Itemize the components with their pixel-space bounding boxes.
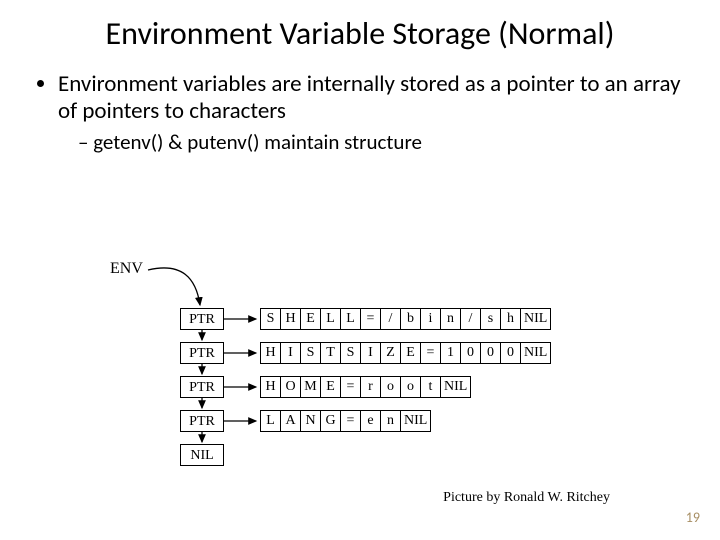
slide-title: Environment Variable Storage (Normal) [30, 16, 690, 53]
char-row-2: HOME=rootNIL [260, 376, 551, 398]
char-cell: N [300, 410, 321, 432]
char-cell: I [360, 342, 381, 364]
char-cell: o [380, 376, 401, 398]
char-cell: Z [380, 342, 401, 364]
char-cell: n [440, 308, 461, 330]
char-cell: H [260, 376, 281, 398]
char-cell: H [280, 308, 301, 330]
char-cell: = [340, 376, 361, 398]
char-cell: O [280, 376, 301, 398]
char-cell: 1 [440, 342, 461, 364]
char-cell: h [500, 308, 521, 330]
char-cell: r [360, 376, 381, 398]
ptr-box: PTR [180, 410, 224, 432]
pointer-column: PTR PTR PTR PTR NIL [180, 308, 224, 478]
page-number: 19 [686, 509, 700, 526]
char-cell: = [420, 342, 441, 364]
char-cell: T [320, 342, 341, 364]
char-cell: 0 [460, 342, 481, 364]
slide: Environment Variable Storage (Normal) En… [0, 0, 720, 540]
ptr-box: PTR [180, 308, 224, 330]
char-cell: S [300, 342, 321, 364]
char-cell: NIL [400, 410, 431, 432]
char-row-1: HISTSIZE=1000NIL [260, 342, 551, 364]
char-cell: L [340, 308, 361, 330]
char-cell: NIL [440, 376, 471, 398]
char-cell: 0 [500, 342, 521, 364]
char-cell: G [320, 410, 341, 432]
bullet-1: Environment variables are internally sto… [58, 71, 690, 126]
ptr-box: PTR [180, 376, 224, 398]
char-cell: t [420, 376, 441, 398]
char-cell: L [260, 410, 281, 432]
env-label: ENV [110, 260, 143, 278]
bullet-list: Environment variables are internally sto… [36, 71, 690, 155]
char-cell: NIL [520, 342, 551, 364]
char-cell: b [400, 308, 421, 330]
char-cell: S [340, 342, 361, 364]
char-cell: / [380, 308, 401, 330]
char-cell: n [380, 410, 401, 432]
char-cell: I [280, 342, 301, 364]
char-cell: s [480, 308, 501, 330]
char-cell: S [260, 308, 281, 330]
char-cell: 0 [480, 342, 501, 364]
char-cell: E [300, 308, 321, 330]
char-cell: / [460, 308, 481, 330]
char-cell: e [360, 410, 381, 432]
char-cell: M [300, 376, 321, 398]
char-cell: i [420, 308, 441, 330]
char-cell: = [360, 308, 381, 330]
char-cell: o [400, 376, 421, 398]
nil-box: NIL [180, 444, 224, 466]
ptr-box: PTR [180, 342, 224, 364]
char-cell: A [280, 410, 301, 432]
char-cell: E [400, 342, 421, 364]
char-cell: NIL [520, 308, 551, 330]
char-rows: SHELL=/bin/shNIL HISTSIZE=1000NIL HOME=r… [260, 308, 551, 444]
char-row-3: LANG=enNIL [260, 410, 551, 432]
char-row-0: SHELL=/bin/shNIL [260, 308, 551, 330]
char-cell: E [320, 376, 341, 398]
char-cell: L [320, 308, 341, 330]
bullet-2: getenv() & putenv() maintain structure [78, 130, 690, 155]
credit-text: Picture by Ronald W. Ritchey [443, 490, 610, 506]
char-cell: H [260, 342, 281, 364]
char-cell: = [340, 410, 361, 432]
